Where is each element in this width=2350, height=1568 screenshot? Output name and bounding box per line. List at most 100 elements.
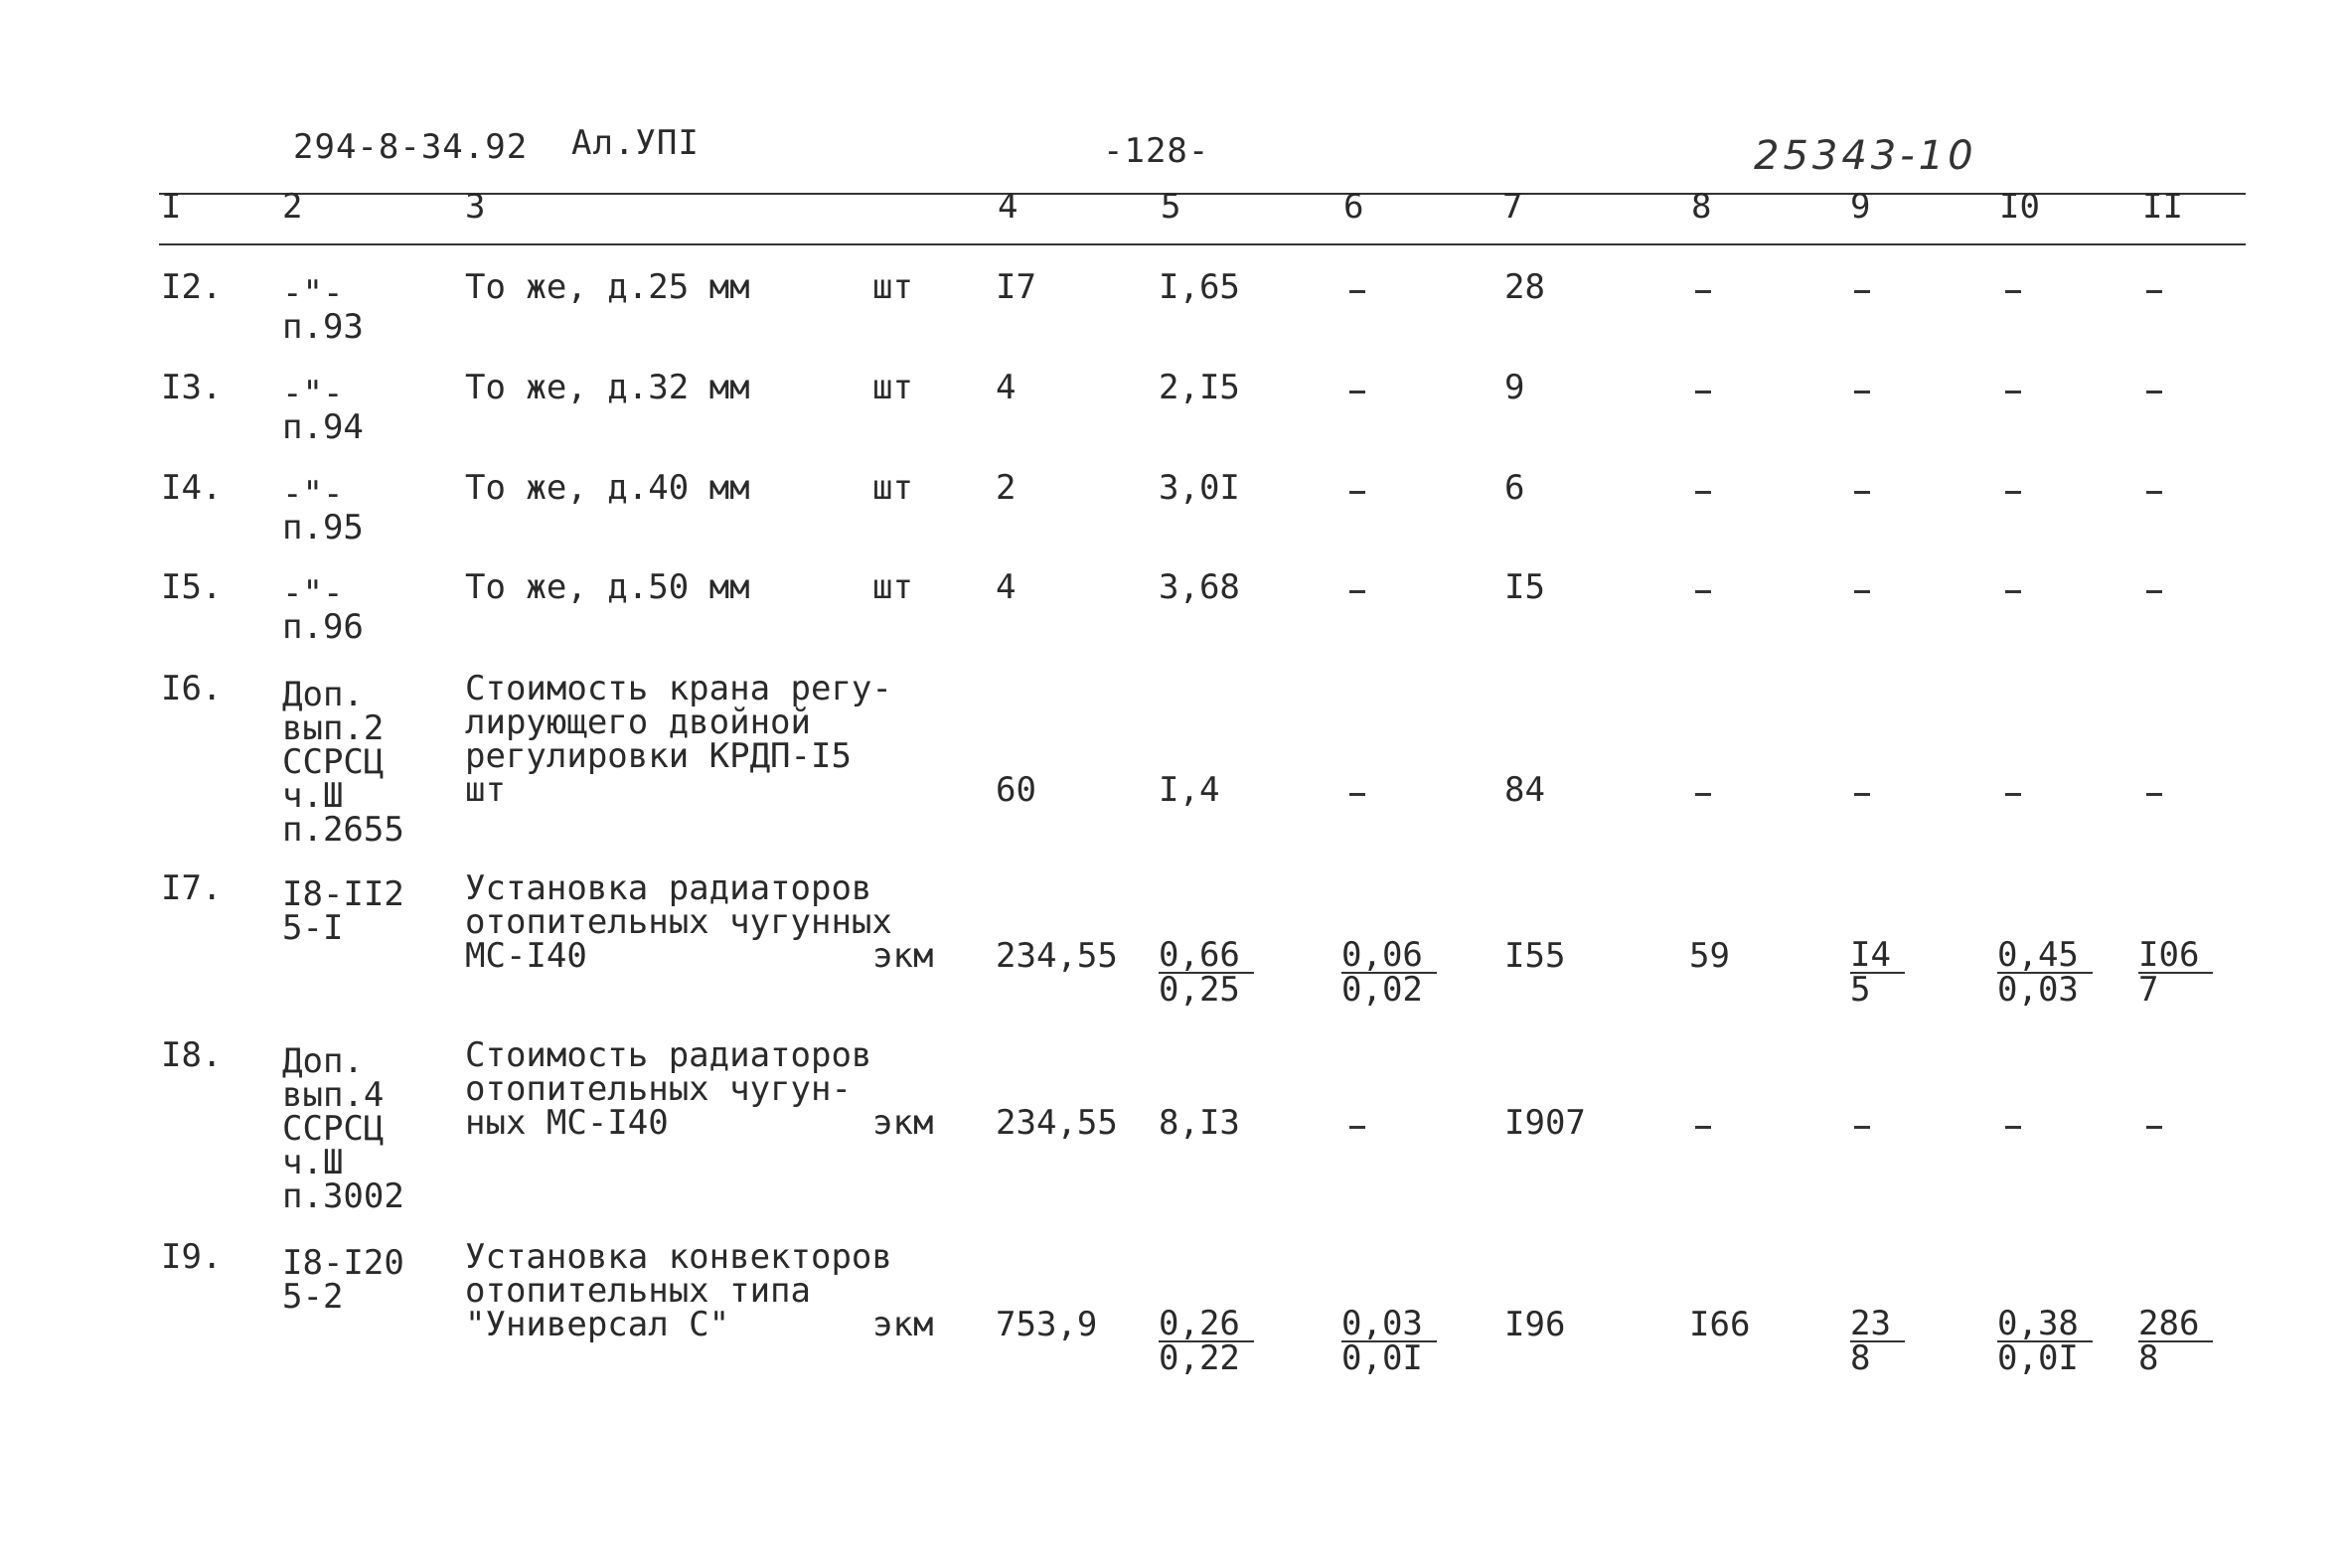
description-line: лирующего двойной xyxy=(465,703,811,742)
reference-line: ССРСЦ xyxy=(282,742,385,782)
reference-line: 5-2 xyxy=(282,1277,344,1317)
fraction-denominator: 8 xyxy=(2138,1338,2159,1378)
fraction-value: 0,45 0,03 xyxy=(1997,938,2093,1010)
empty-dash xyxy=(2005,590,2021,593)
empty-dash xyxy=(1695,491,1711,494)
reference-line: п.2655 xyxy=(282,810,404,850)
reference-line: ч.Ш xyxy=(282,1143,344,1182)
empty-dash xyxy=(2005,391,2021,393)
description-line: МС-I40 xyxy=(465,936,587,976)
handwritten-number: 25343-10 xyxy=(1754,133,1977,179)
description-line: "Универсал С" xyxy=(465,1305,730,1344)
fraction-numerator: 286 xyxy=(2138,1307,2214,1342)
reference-line: -"- xyxy=(282,474,344,514)
fraction-denominator: 0,03 xyxy=(1997,970,2079,1010)
row-number: I3. xyxy=(161,368,223,407)
empty-dash xyxy=(2146,391,2162,393)
reference-line: вып.2 xyxy=(282,708,385,748)
unit: экм xyxy=(872,1305,934,1344)
empty-dash xyxy=(1854,590,1870,593)
value-c7: I96 xyxy=(1504,1305,1566,1344)
value-c5: 3,68 xyxy=(1159,567,1240,607)
page-number: -128- xyxy=(1103,131,1210,171)
column-header: 3 xyxy=(465,187,486,227)
description-line: ных МС-I40 xyxy=(465,1103,669,1143)
unit: шт xyxy=(872,267,913,307)
reference-line: вып.4 xyxy=(282,1075,385,1115)
reference-line: ч.Ш xyxy=(282,776,344,816)
reference-line: п.96 xyxy=(282,607,364,647)
reference-line: 5-I xyxy=(282,908,344,948)
row-number: I8. xyxy=(161,1035,223,1075)
value-c5: I,65 xyxy=(1159,267,1240,307)
fraction-value: 0,06 0,02 xyxy=(1341,938,1437,1007)
reference-line: I8-I20 xyxy=(282,1243,404,1283)
value-c4: 4 xyxy=(996,567,1017,607)
description-line: отопительных чугун- xyxy=(465,1069,852,1109)
fraction-value: 0,03 0,0I xyxy=(1341,1307,1437,1375)
empty-dash xyxy=(2146,590,2162,593)
description-line: То же, д.40 мм xyxy=(465,468,750,508)
empty-dash xyxy=(1854,793,1870,796)
empty-dash xyxy=(1854,491,1870,494)
column-header: I xyxy=(161,187,182,227)
description-line: То же, д.32 мм xyxy=(465,368,750,407)
value-c7: I907 xyxy=(1504,1103,1586,1143)
value-c4: 2 xyxy=(996,468,1017,508)
row-number: I5. xyxy=(161,567,223,607)
value-c4: 234,55 xyxy=(996,1103,1118,1143)
description-line: регулировки КРДП-I5 xyxy=(465,736,852,776)
fraction-numerator: 0,06 xyxy=(1341,938,1437,974)
fraction-value: I4 5 xyxy=(1850,938,1905,1010)
description-line: То же, д.25 мм xyxy=(465,267,750,307)
column-header: 6 xyxy=(1343,187,1364,227)
fraction-numerator: I4 xyxy=(1850,938,1905,974)
reference-line: п.93 xyxy=(282,307,364,347)
value-c7: 28 xyxy=(1504,267,1545,307)
reference-line: п.94 xyxy=(282,407,364,447)
fraction-value: 0,38 0,0I xyxy=(1997,1307,2093,1375)
column-header: 9 xyxy=(1850,187,1871,227)
value-c7: 9 xyxy=(1504,368,1525,407)
album-label: Ал.УПI xyxy=(571,123,700,163)
fraction-numerator: 23 xyxy=(1850,1307,1905,1342)
unit: шт xyxy=(872,567,913,607)
value-c8: 59 xyxy=(1689,936,1730,976)
value-c5: 3,0I xyxy=(1159,468,1240,508)
fraction-numerator: 0,66 xyxy=(1159,938,1254,974)
fraction-denominator: 0,25 xyxy=(1159,970,1240,1010)
value-c7: 6 xyxy=(1504,468,1525,508)
fraction-numerator: 0,03 xyxy=(1341,1307,1437,1342)
description-line: отопительных типа xyxy=(465,1271,811,1311)
empty-dash xyxy=(2146,793,2162,796)
value-c7: 84 xyxy=(1504,770,1545,810)
empty-dash xyxy=(2146,290,2162,293)
value-c5: 8,I3 xyxy=(1159,1103,1240,1143)
value-c7: I5 xyxy=(1504,567,1545,607)
fraction-numerator: 0,26 xyxy=(1159,1307,1254,1342)
fraction-denominator: 5 xyxy=(1850,970,1871,1010)
reference-line: п.3002 xyxy=(282,1176,404,1216)
fraction-value: 0,66 0,25 xyxy=(1159,938,1254,1010)
fraction-numerator: I06 xyxy=(2138,938,2214,974)
fraction-value: 286 8 xyxy=(2138,1307,2214,1378)
value-c4: I7 xyxy=(996,267,1036,307)
value-c5: I,4 xyxy=(1159,770,1220,810)
value-c4: 753,9 xyxy=(996,1305,1098,1344)
header-bottom-rule xyxy=(159,243,2246,245)
fraction-value: 23 8 xyxy=(1850,1307,1905,1375)
empty-dash xyxy=(1695,391,1711,393)
column-header: II xyxy=(2142,187,2183,227)
description-line: отопительных чугунных xyxy=(465,902,892,942)
empty-dash xyxy=(1695,590,1711,593)
fraction-denominator: 7 xyxy=(2138,970,2159,1010)
row-number: I2. xyxy=(161,267,223,307)
empty-dash xyxy=(1349,491,1365,494)
unit: шт xyxy=(872,368,913,407)
unit: экм xyxy=(872,936,934,976)
empty-dash xyxy=(2146,1126,2162,1129)
value-c4: 60 xyxy=(996,770,1036,810)
value-c4: 234,55 xyxy=(996,936,1118,976)
description-line: Стоимость радиаторов xyxy=(465,1035,872,1075)
empty-dash xyxy=(1695,290,1711,293)
